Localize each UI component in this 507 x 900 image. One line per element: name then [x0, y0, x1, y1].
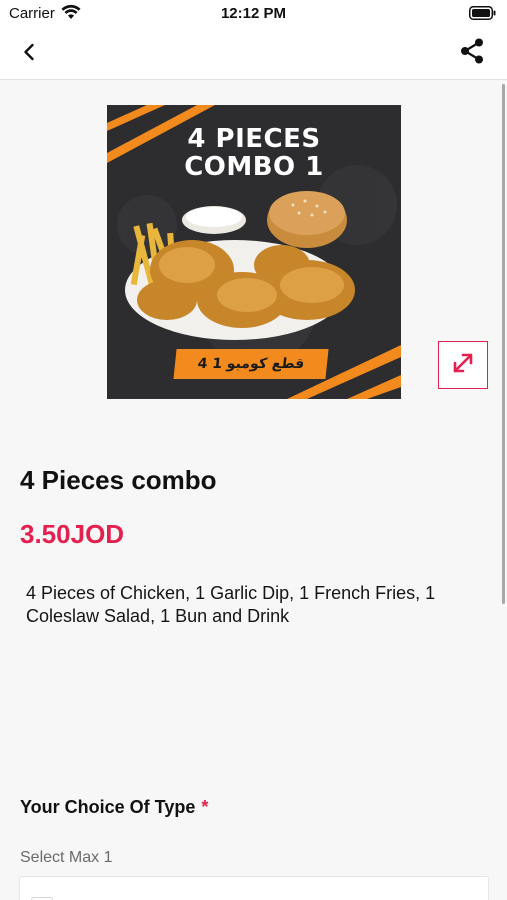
product-name: 4 Pieces combo: [20, 465, 217, 495]
share-button[interactable]: [457, 38, 487, 68]
choice-section-title: Your Choice Of Type *: [20, 797, 208, 818]
share-icon: [460, 38, 484, 69]
expand-arrows-icon: [450, 350, 476, 381]
expand-image-button[interactable]: [438, 341, 488, 389]
chevron-left-icon: [23, 43, 35, 66]
product-price: 3.50JOD: [20, 519, 125, 549]
scrollbar[interactable]: [502, 84, 505, 604]
status-time: 12:12 PM: [220, 5, 287, 22]
nav-bar: [0, 28, 507, 80]
product-description: 4 Pieces of Chicken, 1 Garlic Dip, 1 Fre…: [26, 583, 436, 626]
image-title-line1: 4 PIECES: [187, 124, 321, 154]
choice-option[interactable]: [19, 876, 489, 900]
choice-subtitle: Select Max 1: [20, 849, 113, 866]
status-bar: Carrier 12:12 PM: [0, 0, 507, 28]
image-arabic-banner: 4 قطع كومبو 1: [173, 349, 329, 379]
choice-title-text: Your Choice Of Type: [20, 797, 196, 817]
image-title-line2: COMBO 1: [184, 152, 324, 182]
required-marker: *: [201, 797, 209, 817]
product-image[interactable]: 4 PIECES COMBO 1 4 قطع كومبو 1: [107, 105, 401, 399]
battery-icon: [469, 6, 496, 25]
back-button[interactable]: [14, 40, 44, 68]
